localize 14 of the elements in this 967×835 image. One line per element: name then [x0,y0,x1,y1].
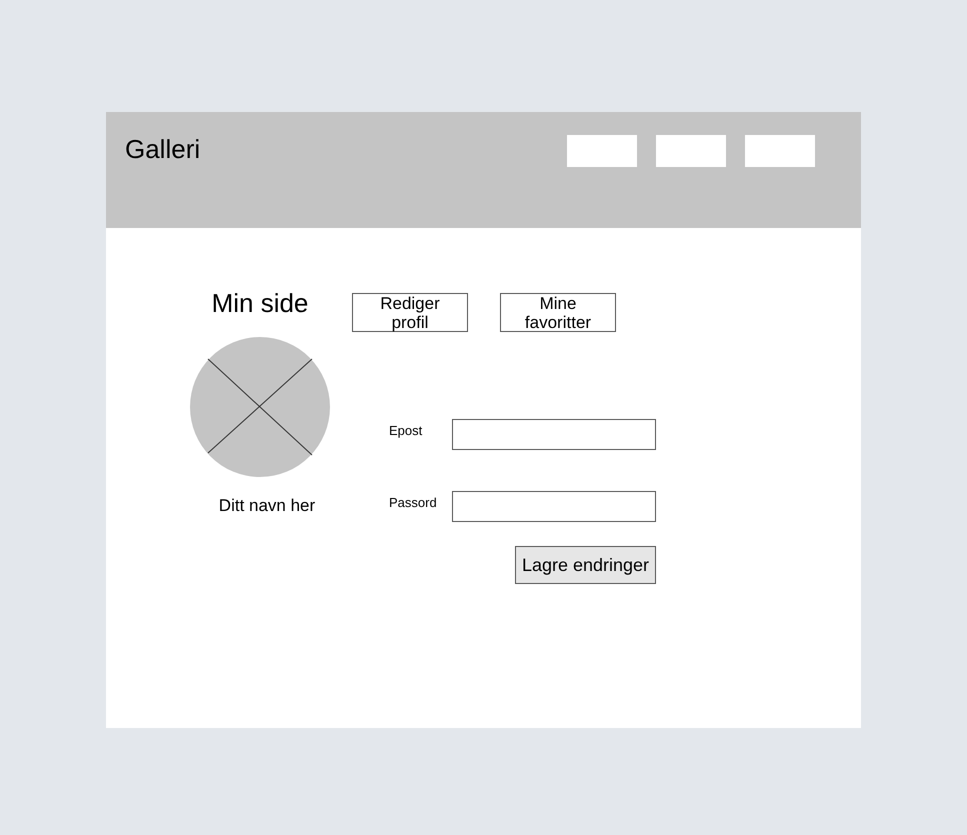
page-title: Min side [212,288,308,318]
nav-placeholder[interactable] [567,135,637,167]
field-label: Epost [389,423,424,438]
tab[interactable]: Mine favoritter [500,293,616,332]
nav-placeholder[interactable] [656,135,726,167]
avatar-placeholder-icon [190,337,330,477]
site-title: Galleri [125,134,200,164]
user-name: Ditt navn her [218,496,316,516]
nav-placeholder[interactable] [745,135,815,167]
input-field[interactable] [452,419,656,450]
field-label: Passord [389,495,438,510]
tab[interactable]: Rediger profil [352,293,468,332]
save-button[interactable]: Lagre endringer [515,546,656,584]
input-field[interactable] [452,491,656,522]
